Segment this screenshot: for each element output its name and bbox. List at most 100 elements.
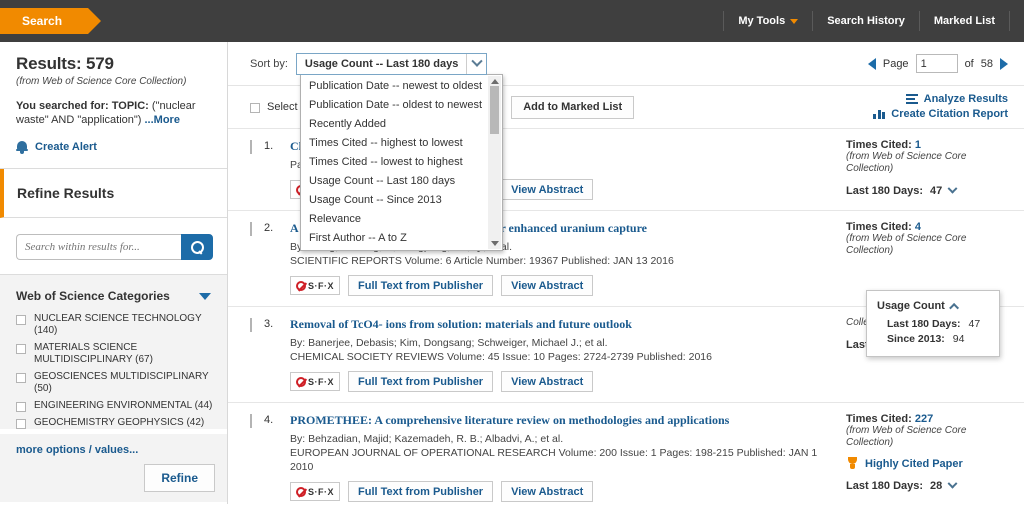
usage-count-header[interactable]: Usage Count [877, 300, 989, 313]
tab-search[interactable]: Search [0, 8, 102, 34]
result-actions: S·F·X Full Text from Publisher View Abst… [290, 275, 828, 296]
sfx-button[interactable]: S·F·X [290, 372, 340, 391]
full-text-button[interactable]: Full Text from Publisher [348, 275, 494, 296]
chevron-down-icon[interactable] [947, 183, 958, 194]
usage-count-row: Since 2013: 94 [887, 333, 989, 345]
category-checkbox[interactable] [16, 315, 26, 325]
nav-my-tools[interactable]: My Tools [723, 11, 814, 31]
result-number: 2. [264, 222, 274, 234]
view-abstract-button[interactable]: View Abstract [501, 179, 594, 200]
full-text-button[interactable]: Full Text from Publisher [348, 481, 494, 502]
more-link[interactable]: ...More [145, 114, 180, 126]
scroll-up-arrow-icon[interactable] [490, 79, 499, 84]
sfx-button[interactable]: S·F·X [290, 276, 340, 295]
nav-search-history[interactable]: Search History [813, 11, 920, 31]
sfx-circle-icon [296, 376, 306, 387]
results-summary: Results: 579 (from Web of Science Core C… [0, 42, 227, 169]
previous-page-button[interactable] [867, 57, 876, 70]
result-checkbox[interactable] [250, 222, 252, 236]
web-of-science-categories-header[interactable]: Web of Science Categories [0, 275, 227, 313]
page-total: 58 [980, 57, 993, 70]
category-checkbox[interactable] [16, 419, 26, 429]
more-options-values-link[interactable]: more options / values... [16, 444, 138, 456]
sort-option[interactable]: Publication Date -- newest to oldest [301, 77, 502, 96]
top-navigation-bar: Search My Tools Search History Marked Li… [0, 0, 1024, 42]
category-label: GEOCHEMISTRY GEOPHYSICS (42) [34, 417, 205, 428]
page-number-input[interactable] [915, 54, 958, 73]
times-cited: Times Cited: 1 [846, 139, 1008, 151]
usage-count-title: Usage Count [877, 300, 945, 312]
view-abstract-button[interactable]: View Abstract [501, 481, 594, 502]
analyze-results-button[interactable]: Analyze Results [905, 93, 1008, 105]
result-title-link[interactable]: Removal of TcO4- ions from solution: mat… [290, 317, 828, 332]
result-body: Removal of TcO4- ions from solution: mat… [290, 317, 842, 392]
category-checkbox[interactable] [16, 344, 26, 354]
view-abstract-button[interactable]: View Abstract [501, 371, 594, 392]
trophy-icon [846, 457, 859, 470]
next-page-button[interactable] [1000, 57, 1008, 70]
full-text-button[interactable]: Full Text from Publisher [348, 371, 494, 392]
last-180-days-value: 28 [930, 480, 943, 492]
chevron-down-icon[interactable] [199, 292, 211, 300]
result-checkbox-cell [250, 139, 264, 200]
category-label: ENGINEERING ENVIRONMENTAL (44) [34, 400, 213, 411]
result-number: 4. [264, 414, 274, 426]
sort-option[interactable]: Usage Count -- Since 2013 [301, 191, 502, 210]
sort-by-dropdown-menu[interactable]: Publication Date -- newest to oldest Pub… [300, 74, 503, 251]
create-citation-report-button[interactable]: Create Citation Report [873, 108, 1008, 120]
nav-marked-list[interactable]: Marked List [920, 11, 1010, 31]
dropdown-scrollbar[interactable] [488, 76, 501, 249]
category-checkbox[interactable] [16, 402, 26, 412]
search-within-submit-button[interactable] [181, 234, 213, 260]
page-label: Page [882, 57, 909, 70]
chevron-down-icon[interactable] [466, 53, 486, 74]
result-source-meta: EUROPEAN JOURNAL OF OPERATIONAL RESEARCH… [290, 447, 818, 473]
sfx-circle-icon [296, 486, 306, 497]
times-cited-value[interactable]: 227 [915, 413, 933, 425]
result-title-link[interactable]: PROMETHEE: A comprehensive literature re… [290, 413, 828, 428]
search-within-input[interactable] [16, 234, 181, 260]
result-checkbox-cell [250, 413, 264, 502]
sfx-button[interactable]: S·F·X [290, 482, 340, 501]
sort-option[interactable]: Times Cited -- highest to lowest [301, 134, 502, 153]
result-checkbox[interactable] [250, 414, 252, 428]
times-cited-value[interactable]: 4 [915, 221, 921, 233]
sort-option[interactable]: Times Cited -- lowest to highest [301, 153, 502, 172]
add-to-marked-list-button[interactable]: Add to Marked List [511, 95, 635, 119]
times-cited-label: Times Cited: [846, 221, 912, 233]
select-page-checkbox[interactable] [250, 103, 260, 113]
last-180-days-label: Last 180 Days: [846, 480, 924, 492]
bar-chart-icon [873, 108, 886, 119]
highly-cited-paper-label: Highly Cited Paper [865, 457, 963, 470]
list-item[interactable]: MATERIALS SCIENCE MULTIDISCIPLINARY (67) [16, 342, 215, 366]
times-cited-value[interactable]: 1 [915, 139, 921, 151]
list-item[interactable]: GEOSCIENCES MULTIDISCIPLINARY (50) [16, 371, 215, 395]
sort-by-select[interactable]: Usage Count -- Last 180 days [295, 52, 488, 75]
chevron-down-icon[interactable] [947, 478, 958, 489]
sort-option[interactable]: Relevance [301, 210, 502, 229]
view-abstract-button[interactable]: View Abstract [501, 275, 594, 296]
scrollbar-thumb[interactable] [490, 86, 499, 134]
sort-option[interactable]: Usage Count -- Last 180 days [301, 172, 502, 191]
refine-button[interactable]: Refine [144, 464, 215, 492]
result-metrics: Times Cited: 227 (from Web of Science Co… [842, 413, 1008, 502]
list-item[interactable]: GEOCHEMISTRY GEOPHYSICS (42) [16, 417, 215, 429]
times-cited-source: (from Web of Science Core Collection) [846, 233, 967, 256]
sort-option[interactable]: Recently Added [301, 115, 502, 134]
chevron-up-icon[interactable] [948, 302, 959, 313]
nav-marked-list-label: Marked List [933, 15, 995, 27]
list-item[interactable]: NUCLEAR SCIENCE TECHNOLOGY (140) [16, 313, 215, 337]
scroll-down-arrow-icon[interactable] [490, 241, 499, 246]
bell-icon [16, 140, 28, 154]
times-cited-source: (from Web of Science Core Collection) [846, 151, 967, 174]
times-cited: Times Cited: 4 [846, 221, 1008, 233]
list-item[interactable]: ENGINEERING ENVIRONMENTAL (44) [16, 400, 215, 412]
refine-button-wrap: Refine [0, 456, 227, 502]
result-checkbox[interactable] [250, 318, 252, 332]
sort-option[interactable]: First Author -- A to Z [301, 229, 502, 248]
result-checkbox[interactable] [250, 140, 252, 154]
sort-option[interactable]: Publication Date -- oldest to newest [301, 96, 502, 115]
highly-cited-paper-badge[interactable]: Highly Cited Paper [846, 457, 1008, 470]
create-alert-button[interactable]: Create Alert [16, 140, 213, 154]
category-checkbox[interactable] [16, 373, 26, 383]
